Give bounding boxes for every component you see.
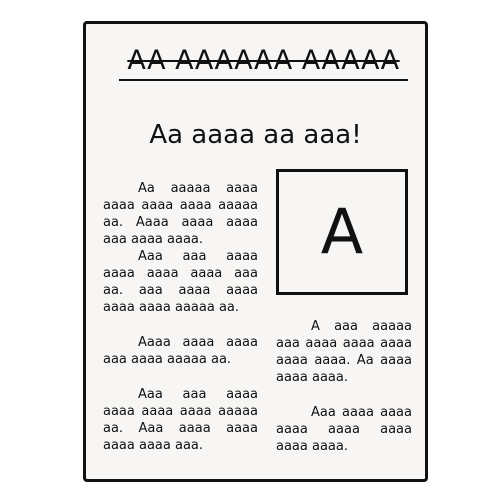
newspaper-page: AA AAAAAA AAAAA Aa aaaa aa aaa! Aa aaaaa… (83, 21, 428, 482)
left-paragraph-2: Aaa aaa aaaa aaaa aaaa aaaa aaa aa. aaa … (103, 249, 258, 315)
photo-box: A (276, 169, 408, 295)
right-paragraph-2: Aaa aaaa aaaa aaaa aaaa aaaa aaaa aaaa. (276, 405, 412, 454)
left-paragraph-1: Aa aaaaa aaaa aaaa aaaa aaaa aaaaa aa. A… (103, 181, 258, 247)
right-column: A aaa aaaaa aaa aaaa aaaa aaaa aaaa aaaa… (276, 318, 412, 473)
headline: Aa aaaa aa aaa! (149, 120, 362, 150)
left-paragraph-3: Aaaa aaaa aaaa aaa aaaa aaaaa aa. (103, 335, 258, 367)
right-paragraph-1: A aaa aaaaa aaa aaaa aaaa aaaa aaaa aaaa… (276, 319, 412, 385)
left-column: Aa aaaaa aaaa aaaa aaaa aaaa aaaaa aa. A… (103, 180, 258, 472)
masthead-rule (119, 79, 408, 81)
photo-letter: A (320, 195, 364, 268)
left-paragraph-4: Aaa aaa aaaa aaaa aaaa aaaa aaaaa aa. Aa… (103, 387, 258, 453)
masthead-title: AA AAAAAA AAAAA (127, 45, 400, 76)
